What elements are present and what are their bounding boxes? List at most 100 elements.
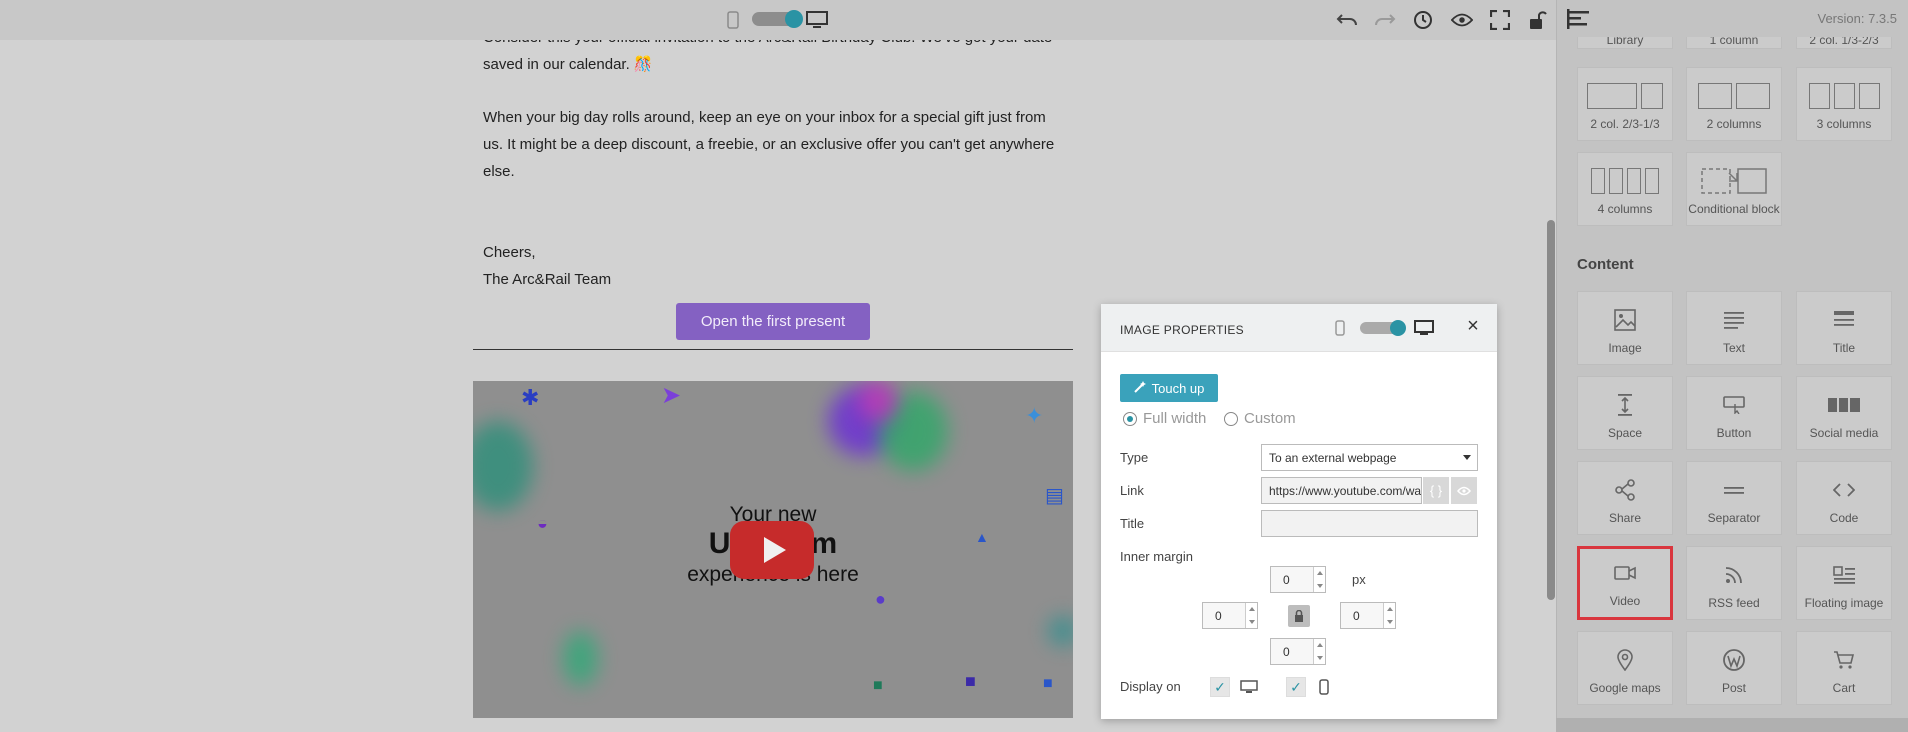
unlock-icon[interactable] [1526,9,1548,31]
tile-video[interactable]: Video [1577,546,1673,620]
display-mobile-checkbox[interactable]: ✓ [1286,677,1306,697]
margin-left-value: 0 [1215,608,1222,623]
tile-rss-feed[interactable]: RSS feed [1686,546,1782,620]
redo-icon[interactable] [1374,9,1396,31]
merge-tags-icon[interactable]: { } [1423,477,1449,504]
link-input[interactable]: https://www.youtube.com/watch [1261,477,1422,504]
link-type-value: To an external webpage [1269,450,1397,465]
chevron-down-icon [1463,455,1471,460]
tile-label: 4 columns [1597,202,1653,216]
close-icon[interactable]: × [1463,316,1483,336]
code-icon [1833,477,1855,503]
link-value: https://www.youtube.com/watch [1269,483,1422,498]
tile-post[interactable]: Post [1686,631,1782,705]
device-view-toggle[interactable] [752,10,803,28]
tile-button[interactable]: Button [1686,376,1782,450]
mobile-icon [1319,679,1329,700]
tile-label: RSS feed [1708,596,1760,610]
margin-top-value: 0 [1283,572,1290,587]
tile-2col-2-3-1-3[interactable]: 2 col. 2/3-1/3 [1577,67,1673,141]
dialog-device-toggle[interactable] [1360,320,1406,336]
fullscreen-icon[interactable] [1489,9,1511,31]
tile-google-maps[interactable]: Google maps [1577,631,1673,705]
tile-cart[interactable]: Cart [1796,631,1892,705]
cart-icon [1833,647,1855,673]
wordpress-icon [1723,647,1745,673]
tile-4-columns[interactable]: 4 columns [1577,152,1673,226]
tile-separator[interactable]: Separator [1686,461,1782,535]
custom-width-option[interactable]: Custom [1224,410,1296,427]
bag-icon: ■ [1043,675,1053,692]
tile-2-columns[interactable]: 2 columns [1686,67,1782,141]
signoff-text: Cheers, [483,244,536,261]
tile-floating-image[interactable]: Floating image [1796,546,1892,620]
tile-1-column[interactable]: 1 column [1686,35,1782,49]
text-lines-icon [1724,307,1744,333]
mobile-icon[interactable] [1335,320,1345,341]
margin-lock-icon[interactable] [1288,605,1310,627]
history-icon[interactable] [1412,9,1434,31]
bag-icon: ■ [965,671,976,691]
menu-lines-icon[interactable] [1567,9,1589,29]
layout-3-columns-icon [1808,83,1880,109]
custom-width-label: Custom [1244,410,1296,427]
tile-3-columns[interactable]: 3 columns [1796,67,1892,141]
margin-right-value: 0 [1353,608,1360,623]
youtube-play-icon[interactable] [730,521,814,579]
tile-2col-1-3-2-3[interactable]: 2 col. 1/3-2/3 [1796,35,1892,49]
touch-up-button[interactable]: Touch up [1120,374,1218,402]
email-text-line: else. [483,163,515,180]
full-width-radio[interactable] [1123,411,1137,426]
image-icon [1614,307,1636,333]
display-desktop-checkbox[interactable]: ✓ [1210,677,1230,697]
desktop-icon[interactable] [1414,320,1434,341]
conditional-block-icon [1701,168,1767,194]
desktop-icon[interactable] [806,9,828,31]
video-block[interactable]: ✱ ➤ ✦ ▤ ● ▲ ◒ ■ ■ ■ Your new Usercom exp… [473,381,1073,718]
custom-width-radio[interactable] [1224,411,1238,426]
title-input[interactable] [1261,510,1478,537]
margin-right-stepper[interactable]: 0 [1340,602,1396,629]
dialog-title: IMAGE PROPERTIES [1120,323,1244,337]
tile-text[interactable]: Text [1686,291,1782,365]
full-width-option[interactable]: Full width [1123,410,1206,427]
layout-4-columns-icon [1591,168,1659,194]
tile-code[interactable]: Code [1796,461,1892,535]
open-present-button[interactable]: Open the first present [676,303,870,340]
bag-icon: ■ [873,677,883,694]
tile-image[interactable]: Image [1577,291,1673,365]
sparkle-icon: ✱ [521,385,540,410]
tile-conditional-block[interactable]: Conditional block [1686,152,1782,226]
undo-icon[interactable] [1336,9,1358,31]
tile-share[interactable]: Share [1577,461,1673,535]
email-paragraph-gift[interactable]: When your big day rolls around, keep an … [473,104,1073,185]
tile-space[interactable]: Space [1577,376,1673,450]
tile-social-media[interactable]: Social media [1796,376,1892,450]
panel-header: Version: 7.3.5 [1557,0,1908,37]
tile-label: Share [1608,511,1642,525]
rss-icon [1725,562,1743,588]
map-pin-icon [1617,647,1633,673]
link-preview-eye-icon[interactable] [1451,477,1477,504]
button-icon [1723,392,1745,418]
link-type-select[interactable]: To an external webpage [1261,444,1478,471]
tile-label: Google maps [1589,681,1661,695]
panel-bottom-bar [1556,718,1908,732]
margin-bottom-stepper[interactable]: 0 [1270,638,1326,665]
tile-title[interactable]: Title [1796,291,1892,365]
email-signoff[interactable]: Cheers, The Arc&Rail Team [473,239,1073,293]
tile-library[interactable]: Library [1577,35,1673,49]
email-separator[interactable] [473,349,1073,350]
preview-eye-icon[interactable] [1451,9,1473,31]
mobile-icon[interactable] [722,9,744,31]
tile-label: Post [1721,681,1746,695]
editor-toolbar [0,0,1556,40]
share-icon [1614,477,1636,503]
team-name-text: The Arc&Rail Team [483,271,612,288]
content-heading: Content [1577,256,1634,273]
margin-left-stepper[interactable]: 0 [1202,602,1258,629]
margin-top-stepper[interactable]: 0 [1270,566,1326,593]
paper-plane-icon: ➤ [661,382,682,409]
canvas-scrollbar[interactable] [1547,220,1555,600]
email-text-line: us. It might be a deep discount, a freeb… [483,136,1055,153]
